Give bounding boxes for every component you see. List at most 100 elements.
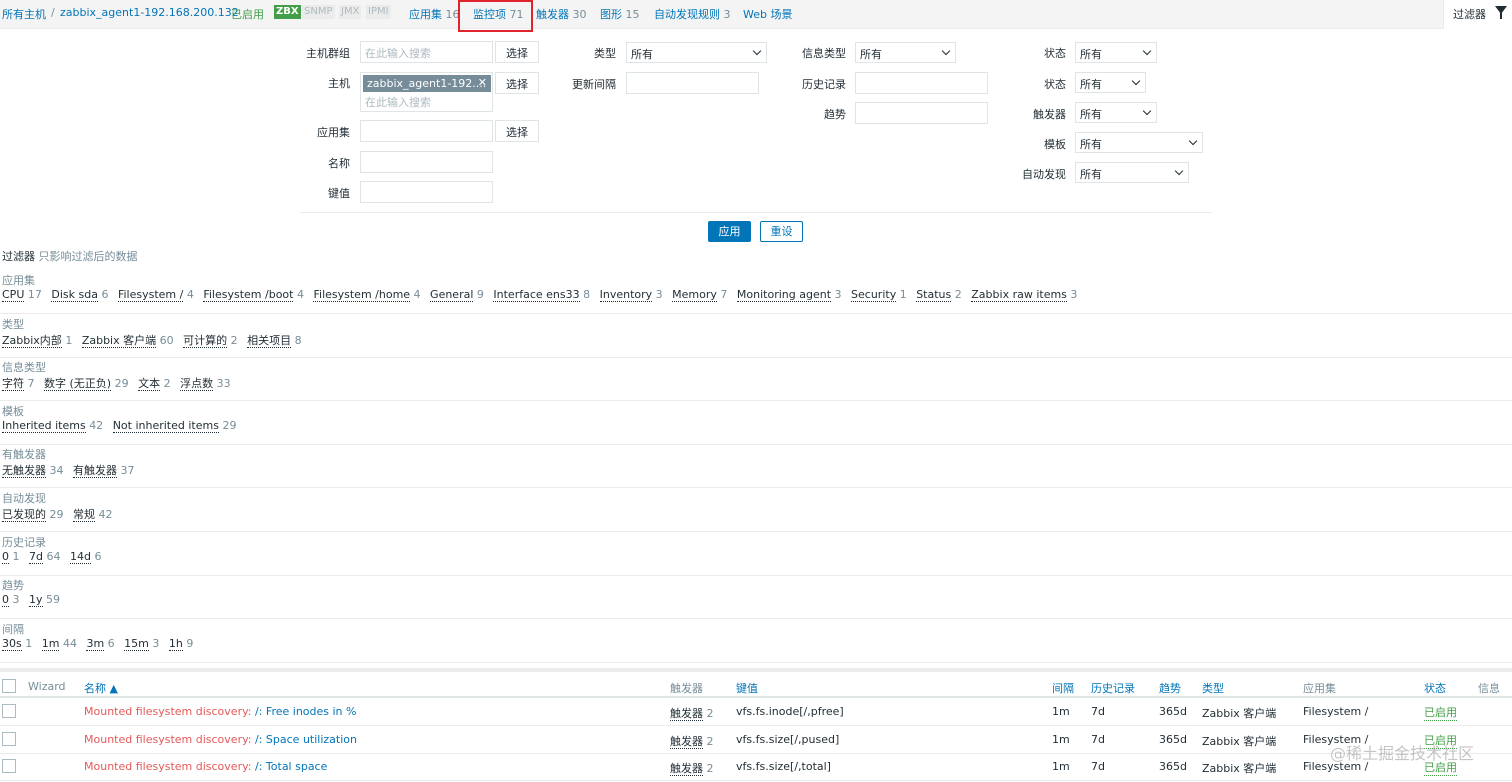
triggers-link[interactable]: 触发器 2 — [670, 760, 714, 776]
row-checkbox[interactable] — [2, 704, 16, 718]
subfilter-option[interactable]: Filesystem / 4 — [117, 288, 194, 302]
subfilter-option[interactable]: Zabbix内部 1 — [2, 333, 72, 348]
subfilter-option[interactable]: 常规 42 — [73, 508, 113, 522]
subfilter-option[interactable]: 浮点数 33 — [180, 377, 231, 392]
subfilter-option[interactable]: 字符 7 — [2, 377, 35, 392]
discovery-rule-link[interactable]: Mounted filesystem discovery: — [84, 760, 252, 773]
apply-button[interactable]: 应用 — [708, 221, 751, 242]
item-type: Zabbix 客户端 — [1202, 707, 1277, 720]
row-checkbox[interactable] — [2, 731, 16, 746]
subfilter-option[interactable]: Zabbix raw items 3 — [971, 288, 1077, 302]
reset-button[interactable]: 重设 — [760, 221, 803, 242]
host-search-placeholder[interactable]: 在此输入搜索 — [365, 94, 431, 110]
host-group-input[interactable]: 在此输入搜索 — [360, 41, 493, 63]
discovery-rule-link[interactable]: Mounted filesystem discovery: — [84, 705, 252, 718]
nav-applications[interactable]: 应用集 16 — [409, 6, 460, 22]
subfilter-option[interactable]: Security 1 — [851, 288, 907, 302]
col-type[interactable]: 类型 — [1202, 680, 1224, 696]
subfilter-option-count: 9 — [476, 288, 484, 301]
item-status-toggle[interactable]: 已启用 — [1424, 704, 1457, 721]
subfilter-option[interactable]: Monitoring agent 3 — [736, 288, 842, 302]
state-select[interactable]: 所有 — [1075, 42, 1157, 63]
name-input[interactable] — [360, 151, 493, 173]
subfilter-option[interactable]: 1m 44 — [41, 636, 77, 651]
subfilter-option[interactable]: Filesystem /boot 4 — [203, 288, 304, 302]
subfilter-option[interactable]: 3m 6 — [86, 636, 115, 651]
subfilter-option[interactable]: Disk sda 6 — [51, 288, 108, 302]
col-trends[interactable]: 趋势 — [1159, 680, 1181, 696]
subfilter-option-count: 60 — [159, 333, 174, 347]
col-interval[interactable]: 间隔 — [1052, 680, 1074, 696]
item-name-link[interactable]: /: Free inodes in % — [252, 705, 356, 718]
subfilter-option[interactable]: 0 1 — [2, 549, 20, 564]
host-status-enabled[interactable]: 已启用 — [231, 6, 264, 22]
breadcrumb-host[interactable]: zabbix_agent1-192.168.200.132 — [60, 6, 239, 19]
subfilter-option-count: 3 — [655, 288, 663, 301]
subfilter-option[interactable]: 15m 3 — [124, 636, 159, 651]
subfilter-option[interactable]: Memory 7 — [672, 288, 727, 302]
subfilter-option-count: 34 — [49, 464, 64, 478]
application-input[interactable] — [360, 120, 493, 142]
subfilter-option[interactable]: 已发现的 29 — [2, 508, 64, 522]
subfilter-option[interactable]: Status 2 — [916, 288, 962, 302]
subfilter-option-count: 3 — [12, 593, 20, 607]
status-select[interactable]: 所有 — [1075, 72, 1146, 93]
host-select-button[interactable]: 选择 — [495, 72, 539, 94]
subfilter-option-label: Zabbix raw items — [971, 288, 1067, 302]
subfilter-option[interactable]: 1h 9 — [168, 636, 193, 651]
item-name-link[interactable]: /: Total space — [252, 760, 327, 773]
col-name[interactable]: 名称 ▲ — [84, 680, 118, 696]
subfilter-group-label: 间隔 — [2, 622, 24, 636]
item-name: Mounted filesystem discovery: /: Space u… — [84, 733, 357, 746]
subfilter-option[interactable]: Interface ens33 8 — [493, 288, 590, 302]
col-history[interactable]: 历史记录 — [1091, 680, 1135, 696]
subfilter-option[interactable]: CPU 17 — [2, 288, 42, 302]
nav-discovery-rules[interactable]: 自动发现规则 3 — [654, 6, 731, 22]
subfilter-option[interactable]: Inventory 3 — [599, 288, 663, 302]
host-multiselect[interactable]: zabbix_agent1-192.... ✕ 在此输入搜索 — [360, 72, 493, 112]
subfilter-option-label: 有触发器 — [73, 464, 117, 479]
subfilter-option[interactable]: Inherited items 42 — [2, 418, 103, 433]
nav-triggers[interactable]: 触发器 30 — [536, 6, 587, 22]
subfilter-option[interactable]: 7d 64 — [29, 549, 60, 564]
application-select-button[interactable]: 选择 — [495, 120, 539, 142]
subfilter-option[interactable]: 14d 6 — [69, 549, 101, 564]
subfilter-option[interactable]: Filesystem /home 4 — [313, 288, 421, 302]
subfilter-option[interactable]: 有触发器 37 — [73, 464, 135, 479]
subfilter-option[interactable]: Zabbix 客户端 60 — [81, 333, 174, 348]
host-group-select-button[interactable]: 选择 — [495, 41, 539, 63]
info-type-select[interactable]: 所有 — [855, 42, 956, 63]
type-select[interactable]: 所有 — [626, 42, 767, 63]
triggers-link[interactable]: 触发器 2 — [670, 705, 714, 721]
subfilter-option[interactable]: 无触发器 34 — [2, 464, 64, 479]
discovery-rule-link[interactable]: Mounted filesystem discovery: — [84, 733, 252, 746]
trends-input[interactable] — [855, 102, 988, 124]
breadcrumb-all-hosts[interactable]: 所有主机 — [2, 6, 46, 22]
subfilter-option[interactable]: 1y 59 — [29, 593, 60, 608]
nav-graphs[interactable]: 图形 15 — [600, 6, 640, 22]
discovery-select[interactable]: 所有 — [1075, 162, 1189, 183]
select-all-checkbox[interactable] — [2, 679, 16, 693]
filter-tab[interactable]: 过滤器 — [1443, 0, 1512, 29]
subfilter-option[interactable]: 数字 (无正负) 29 — [44, 377, 129, 392]
update-interval-input[interactable] — [626, 72, 759, 94]
subfilter-option[interactable]: 文本 2 — [138, 377, 171, 392]
triggers-link-label: 触发器 — [670, 707, 703, 721]
subfilter-option[interactable]: 相关项目 8 — [247, 333, 302, 348]
key-input[interactable] — [360, 181, 493, 203]
subfilter-option[interactable]: 0 3 — [2, 593, 20, 608]
nav-web-scenarios[interactable]: Web 场景 — [743, 6, 792, 22]
item-name-link[interactable]: /: Space utilization — [252, 733, 357, 746]
subfilter-option[interactable]: 30s 1 — [2, 636, 32, 651]
history-input[interactable] — [855, 72, 988, 94]
row-checkbox[interactable] — [2, 759, 16, 773]
subfilter-option[interactable]: 可计算的 2 — [183, 333, 238, 348]
triggers-select[interactable]: 所有 — [1075, 102, 1157, 123]
triggers-link[interactable]: 触发器 2 — [670, 733, 714, 749]
subfilter-option[interactable]: General 9 — [430, 288, 484, 302]
subfilter-option[interactable]: Not inherited items 29 — [112, 418, 236, 433]
remove-tag-icon[interactable]: ✕ — [478, 76, 487, 89]
col-key[interactable]: 键值 — [736, 680, 758, 696]
col-status[interactable]: 状态 — [1424, 680, 1446, 696]
template-select[interactable]: 所有 — [1075, 132, 1203, 153]
